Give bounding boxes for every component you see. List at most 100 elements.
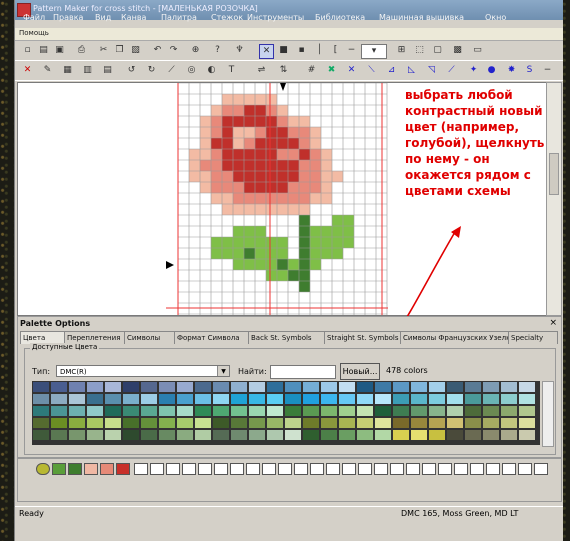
color-swatch[interactable] bbox=[69, 406, 85, 416]
color-swatch[interactable] bbox=[105, 406, 121, 416]
color-swatch[interactable] bbox=[267, 418, 283, 428]
color-swatch[interactable] bbox=[501, 382, 517, 392]
scheme-color-5[interactable] bbox=[100, 463, 114, 475]
empty-scheme-slot[interactable] bbox=[214, 463, 228, 475]
color-swatch[interactable] bbox=[213, 430, 229, 440]
color-swatch[interactable] bbox=[69, 394, 85, 404]
color-swatch[interactable] bbox=[231, 406, 247, 416]
color-swatch[interactable] bbox=[447, 406, 463, 416]
color-swatch[interactable] bbox=[447, 394, 463, 404]
empty-scheme-slot[interactable] bbox=[486, 463, 500, 475]
color-swatch[interactable] bbox=[393, 394, 409, 404]
empty-scheme-slot[interactable] bbox=[470, 463, 484, 475]
tab-french-knot-symbols[interactable]: Символы Французских Узелков bbox=[400, 331, 510, 344]
tab-straight-symbols[interactable]: Straight St. Symbols bbox=[324, 331, 402, 344]
color-swatch[interactable] bbox=[69, 430, 85, 440]
color-swatch[interactable] bbox=[519, 418, 535, 428]
tab-symbols[interactable]: Символы bbox=[124, 331, 176, 344]
color-swatch[interactable] bbox=[465, 430, 481, 440]
color-swatch[interactable] bbox=[177, 430, 193, 440]
color-swatch[interactable] bbox=[447, 382, 463, 392]
color-swatch[interactable] bbox=[483, 418, 499, 428]
empty-scheme-slot[interactable] bbox=[454, 463, 468, 475]
color-swatch[interactable] bbox=[285, 406, 301, 416]
color-swatch[interactable] bbox=[303, 406, 319, 416]
color-swatch[interactable] bbox=[123, 430, 139, 440]
color-swatch[interactable] bbox=[213, 418, 229, 428]
color-swatch[interactable] bbox=[141, 430, 157, 440]
color-swatch[interactable] bbox=[267, 394, 283, 404]
color-swatch[interactable] bbox=[339, 382, 355, 392]
color-swatch[interactable] bbox=[339, 418, 355, 428]
empty-scheme-slot[interactable] bbox=[422, 463, 436, 475]
empty-scheme-slot[interactable] bbox=[406, 463, 420, 475]
color-swatch[interactable] bbox=[357, 382, 373, 392]
color-swatch[interactable] bbox=[195, 418, 211, 428]
color-swatch[interactable] bbox=[33, 382, 49, 392]
color-swatch[interactable] bbox=[465, 418, 481, 428]
chevron-down-icon[interactable]: ▼ bbox=[217, 366, 229, 376]
color-swatch[interactable] bbox=[195, 382, 211, 392]
color-swatch[interactable] bbox=[465, 394, 481, 404]
empty-scheme-slot[interactable] bbox=[230, 463, 244, 475]
empty-scheme-slot[interactable] bbox=[358, 463, 372, 475]
color-swatch[interactable] bbox=[51, 418, 67, 428]
scheme-color-1[interactable] bbox=[36, 463, 50, 475]
color-swatch[interactable] bbox=[141, 418, 157, 428]
color-swatch[interactable] bbox=[375, 382, 391, 392]
color-swatch[interactable] bbox=[33, 430, 49, 440]
empty-scheme-slot[interactable] bbox=[182, 463, 196, 475]
color-swatch[interactable] bbox=[105, 430, 121, 440]
color-swatch[interactable] bbox=[249, 382, 265, 392]
color-swatch[interactable] bbox=[285, 394, 301, 404]
color-swatch[interactable] bbox=[285, 430, 301, 440]
color-swatch[interactable] bbox=[303, 418, 319, 428]
color-swatch[interactable] bbox=[87, 382, 103, 392]
color-swatch[interactable] bbox=[339, 430, 355, 440]
color-swatch[interactable] bbox=[213, 406, 229, 416]
color-swatch[interactable] bbox=[447, 430, 463, 440]
color-swatch[interactable] bbox=[159, 394, 175, 404]
empty-scheme-slot[interactable] bbox=[294, 463, 308, 475]
color-swatch[interactable] bbox=[483, 406, 499, 416]
color-swatch[interactable] bbox=[51, 406, 67, 416]
color-swatch[interactable] bbox=[465, 406, 481, 416]
color-swatch[interactable] bbox=[249, 394, 265, 404]
color-swatch[interactable] bbox=[411, 418, 427, 428]
color-swatch[interactable] bbox=[177, 406, 193, 416]
color-swatch[interactable] bbox=[321, 418, 337, 428]
color-swatch[interactable] bbox=[465, 382, 481, 392]
color-swatch[interactable] bbox=[123, 418, 139, 428]
color-swatch[interactable] bbox=[231, 430, 247, 440]
empty-scheme-slot[interactable] bbox=[438, 463, 452, 475]
color-swatch[interactable] bbox=[141, 394, 157, 404]
color-swatch[interactable] bbox=[321, 406, 337, 416]
color-swatch[interactable] bbox=[501, 394, 517, 404]
empty-scheme-slot[interactable] bbox=[134, 463, 148, 475]
color-swatch[interactable] bbox=[87, 418, 103, 428]
color-swatch[interactable] bbox=[159, 382, 175, 392]
color-swatch[interactable] bbox=[375, 406, 391, 416]
color-swatch[interactable] bbox=[231, 394, 247, 404]
color-swatch[interactable] bbox=[429, 382, 445, 392]
color-swatch[interactable] bbox=[141, 382, 157, 392]
color-swatch[interactable] bbox=[249, 430, 265, 440]
color-swatch[interactable] bbox=[213, 394, 229, 404]
empty-scheme-slot[interactable] bbox=[326, 463, 340, 475]
color-swatch[interactable] bbox=[33, 406, 49, 416]
color-swatch[interactable] bbox=[159, 406, 175, 416]
color-swatch[interactable] bbox=[231, 418, 247, 428]
color-swatch[interactable] bbox=[357, 418, 373, 428]
tab-specialty[interactable]: Specialty bbox=[508, 331, 558, 344]
color-swatch[interactable] bbox=[375, 430, 391, 440]
type-select[interactable]: DMC(R) ▼ bbox=[56, 365, 230, 377]
color-swatch[interactable] bbox=[303, 394, 319, 404]
color-swatch[interactable] bbox=[519, 382, 535, 392]
empty-scheme-slot[interactable] bbox=[390, 463, 404, 475]
color-swatch[interactable] bbox=[429, 406, 445, 416]
scheme-color-6[interactable] bbox=[116, 463, 130, 475]
color-swatch[interactable] bbox=[501, 418, 517, 428]
color-swatch[interactable] bbox=[69, 382, 85, 392]
color-swatch[interactable] bbox=[429, 394, 445, 404]
color-swatch[interactable] bbox=[33, 394, 49, 404]
